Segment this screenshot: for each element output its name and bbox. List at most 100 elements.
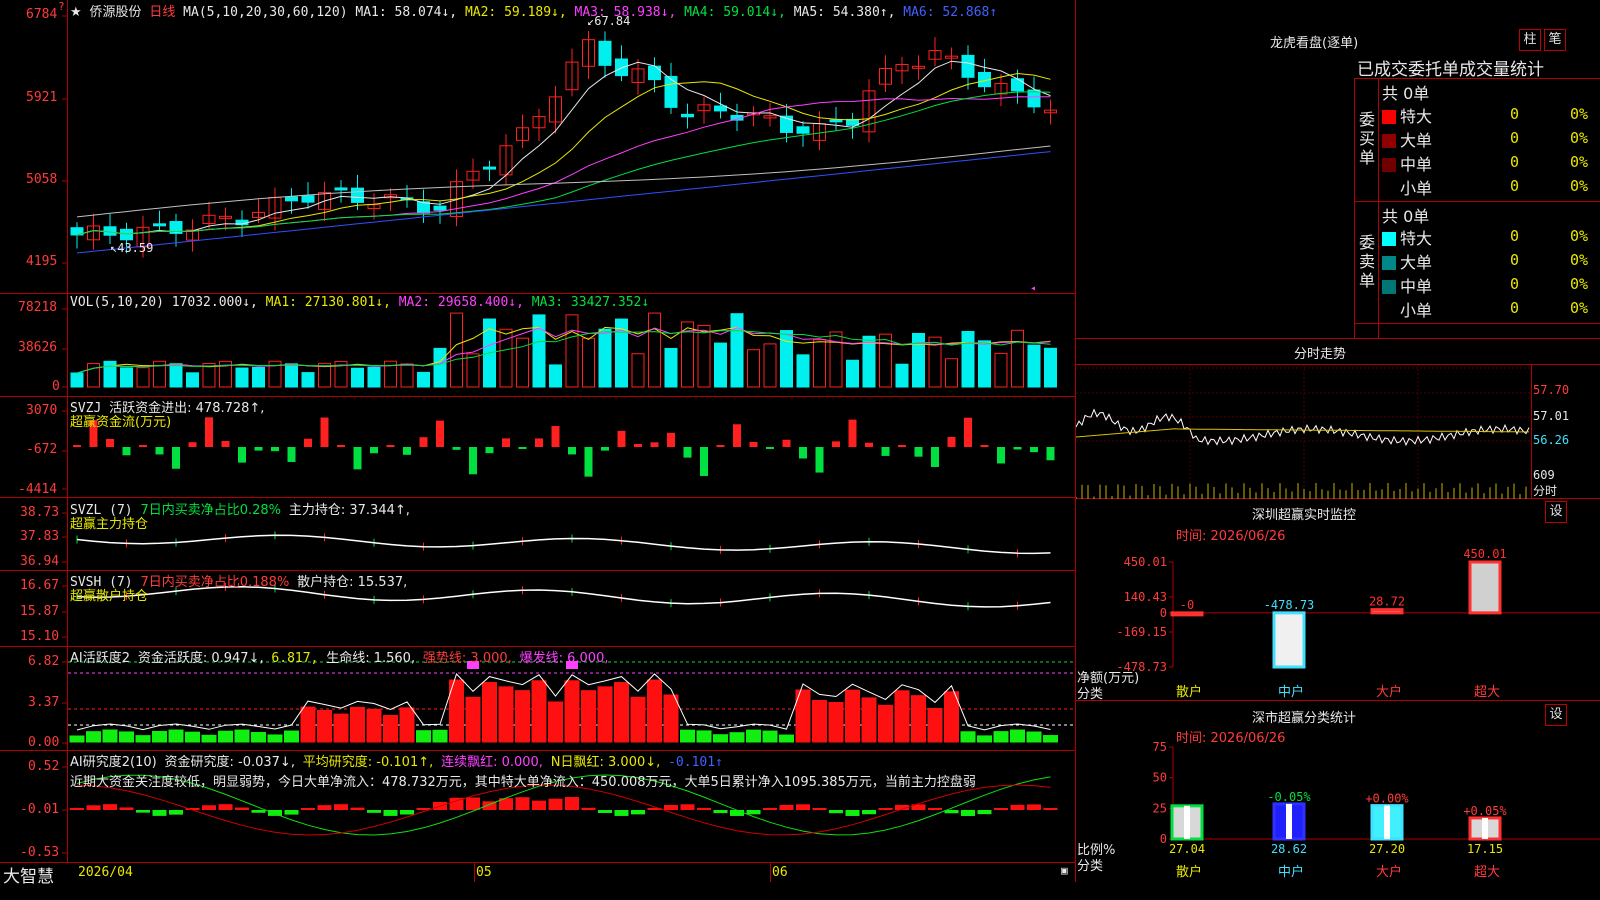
activity-bar bbox=[597, 686, 613, 743]
flow-bar bbox=[139, 445, 147, 447]
sell-type: 大单 bbox=[1400, 253, 1433, 272]
research-bar bbox=[581, 807, 596, 810]
research-bar bbox=[70, 808, 84, 810]
research-bar bbox=[350, 807, 365, 810]
brand-label[interactable]: 大智慧 bbox=[3, 862, 54, 887]
activity-bar bbox=[350, 706, 365, 743]
bar-mode-button[interactable]: 柱 bbox=[1519, 29, 1541, 51]
sell-swatch bbox=[1382, 304, 1396, 318]
buy-pct: 0% bbox=[1570, 129, 1589, 147]
research-bar bbox=[796, 804, 810, 810]
flow-bar bbox=[947, 436, 956, 447]
flow-bar bbox=[535, 438, 543, 447]
activity-bar bbox=[218, 730, 233, 743]
activity-bar bbox=[317, 709, 332, 743]
activity-bar bbox=[119, 731, 134, 743]
buy-pct: 0% bbox=[1570, 153, 1589, 171]
research-bar bbox=[169, 810, 183, 815]
research-bar bbox=[829, 810, 843, 814]
flow-bar bbox=[1013, 447, 1022, 450]
sell-pct: 0% bbox=[1570, 275, 1589, 293]
svsh-ratio: 7日内买卖净占比0.188% bbox=[140, 575, 290, 590]
intraday-price-low: 56.26 bbox=[1533, 433, 1570, 447]
bar-delta-label: -0.05% bbox=[1267, 790, 1311, 804]
ai-commentary: 近期大资金关注度较低，明显弱势，今日大单净流入：478.732万元，其中特大单净… bbox=[70, 775, 976, 790]
flow-bar bbox=[568, 447, 576, 455]
volume-bar bbox=[235, 367, 249, 388]
class-ratio-chart[interactable]: 75 50 25 027.04 28.62 -0.05% 27.20 +0.00% 17.15 +… bbox=[1076, 742, 1600, 900]
volume-bar bbox=[466, 353, 480, 388]
ai-research-label: AI研究度2(10) bbox=[70, 755, 157, 770]
svzl-ratio: 7日内买卖净占比0.28% bbox=[140, 503, 282, 518]
flow-bar bbox=[617, 430, 626, 447]
flow-bar bbox=[502, 438, 510, 447]
activity-bar bbox=[383, 715, 398, 743]
candle bbox=[714, 105, 727, 112]
flow-bar bbox=[172, 447, 180, 469]
pen-mode-button[interactable]: 笔 bbox=[1544, 29, 1566, 51]
intraday-chart[interactable] bbox=[1076, 365, 1600, 499]
star-icon[interactable]: ★ bbox=[70, 5, 82, 20]
volume-bar bbox=[862, 335, 876, 388]
intraday-title: 分时走势 bbox=[1294, 347, 1347, 362]
research-bar bbox=[152, 810, 167, 816]
research-bar bbox=[680, 804, 695, 810]
research-bar bbox=[301, 808, 315, 810]
activity-bar bbox=[746, 729, 761, 743]
activity-bar bbox=[284, 730, 299, 743]
activity-bar bbox=[432, 729, 448, 743]
candle bbox=[1027, 89, 1041, 108]
research-bar bbox=[251, 810, 266, 813]
bar-delta-label: +0.00% bbox=[1365, 792, 1409, 806]
activity-bar bbox=[135, 735, 151, 743]
activity-bar bbox=[729, 732, 745, 743]
period-label[interactable]: 日线 bbox=[149, 5, 175, 20]
sz-class-settings-button[interactable]: 设 bbox=[1545, 704, 1567, 726]
y-tick-label: -169.15 bbox=[1116, 625, 1167, 639]
buy-pct: 0% bbox=[1570, 105, 1589, 123]
activity-bar bbox=[531, 680, 547, 743]
bar-value-label: 28.62 bbox=[1271, 842, 1307, 856]
volume-bar bbox=[1044, 347, 1057, 388]
candle bbox=[153, 223, 166, 227]
volume-bar bbox=[400, 363, 414, 388]
activity-bar bbox=[168, 729, 184, 743]
flow-bar bbox=[73, 445, 81, 447]
buy-type: 中单 bbox=[1400, 155, 1433, 174]
research-bar bbox=[136, 810, 150, 813]
activity-bar bbox=[86, 731, 101, 743]
candlestick-chart[interactable]: ◂ bbox=[0, 0, 1076, 293]
buy-swatch bbox=[1382, 110, 1396, 124]
volume-bar bbox=[714, 342, 727, 388]
sell-count: 0 bbox=[1510, 275, 1520, 293]
monitor-x-caption: 分类 bbox=[1077, 687, 1104, 702]
lock-icon[interactable]: ▣ bbox=[1061, 864, 1068, 877]
candle bbox=[301, 195, 315, 203]
vol-ma1: MA1: 27130.801↓, bbox=[265, 295, 391, 310]
activity-bar bbox=[696, 730, 712, 743]
chart-area[interactable]: 6784 5921 5058 4195 78218 38626 0 3070 -… bbox=[0, 0, 1076, 887]
activity-bar bbox=[861, 697, 877, 743]
net-flow-chart[interactable]: 450.01140.430-169.15-478.73-0 -478.73 28.7… bbox=[1076, 540, 1600, 700]
research-bar bbox=[334, 804, 348, 810]
corner-marker-icon: ? bbox=[58, 0, 65, 13]
flow-bar bbox=[238, 447, 246, 463]
flow-bar bbox=[766, 447, 774, 449]
ma4-value: MA4: 59.014↓, bbox=[684, 5, 786, 20]
flow-bar bbox=[815, 447, 824, 473]
flow-bar bbox=[419, 437, 428, 447]
bar-value-label: 27.04 bbox=[1169, 842, 1205, 856]
candle bbox=[961, 54, 975, 78]
net-flow-bar bbox=[1370, 608, 1404, 615]
flow-bar bbox=[254, 447, 263, 451]
activity-bar bbox=[201, 734, 217, 743]
activity-bar bbox=[812, 699, 827, 743]
activity-bar bbox=[564, 680, 580, 743]
volume-bar bbox=[945, 358, 958, 388]
sz-monitor-settings-button[interactable]: 设 bbox=[1545, 501, 1567, 523]
research-bar bbox=[713, 810, 728, 814]
bar-value-label: 450.01 bbox=[1463, 547, 1506, 561]
intraday-price-mid: 57.01 bbox=[1533, 409, 1570, 423]
buy-count: 0 bbox=[1510, 129, 1520, 147]
volume-bar bbox=[631, 353, 645, 388]
